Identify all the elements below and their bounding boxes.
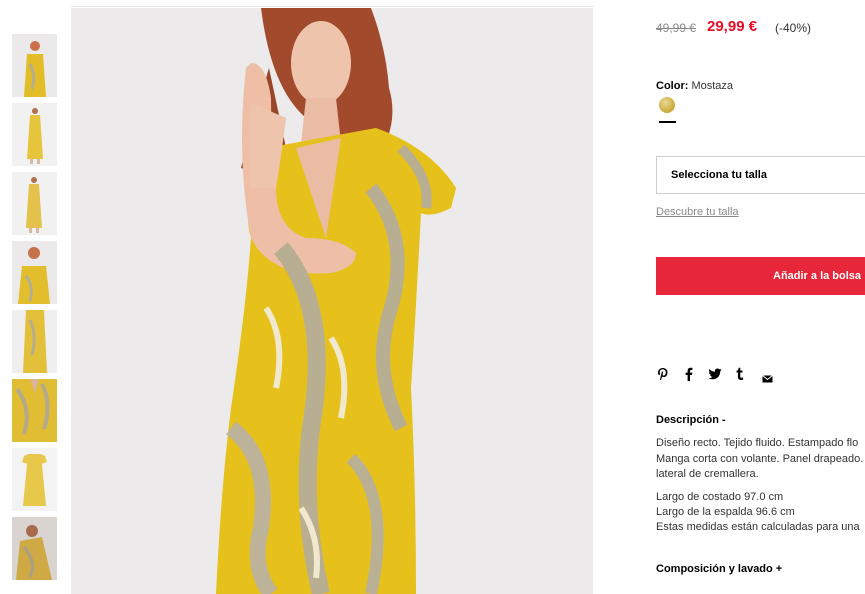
thumbnail-7[interactable] [12, 448, 57, 511]
measurement-note: Estas medidas están calculadas para una [656, 521, 860, 533]
size-select[interactable]: Selecciona tu talla [656, 156, 865, 194]
thumbnail-4[interactable] [12, 241, 57, 304]
color-label-key: Color: [656, 80, 689, 92]
description-line: Manga corta con volante. Panel drapeado. [656, 453, 864, 465]
measurement-line: Largo de la espalda 96.6 cm [656, 506, 795, 518]
color-label: Color: Mostaza [656, 80, 733, 92]
original-price: 49,99 € [656, 21, 697, 35]
thumbnail-5[interactable] [12, 310, 57, 373]
thumbnail-3[interactable] [12, 172, 57, 235]
color-swatch-mostaza[interactable] [659, 97, 675, 113]
discount-badge: (-40%) [775, 21, 812, 35]
main-product-image[interactable] [71, 8, 593, 594]
measurement-line: Largo de costado 97.0 cm [656, 491, 784, 503]
top-divider [71, 6, 594, 7]
mail-icon[interactable] [762, 370, 773, 388]
composition-toggle[interactable]: Composición y lavado + [656, 563, 782, 575]
description-line: Diseño recto. Tejido fluido. Estampado f… [656, 437, 859, 449]
thumbnail-2[interactable] [12, 103, 57, 166]
thumbnail-1[interactable] [12, 34, 57, 97]
thumbnail-6[interactable] [12, 379, 57, 442]
sale-price: 29,99 € [707, 18, 758, 35]
size-guide-link[interactable]: Descubre tu talla [656, 206, 739, 218]
thumbnail-8[interactable] [12, 517, 57, 580]
add-to-bag-button[interactable]: Añadir a la bolsa [656, 257, 865, 295]
twitter-icon[interactable] [708, 367, 722, 385]
product-info-panel: 49,99 € 29,99 € (-40%) Color: Mostaza Se… [656, 0, 865, 594]
description-toggle[interactable]: Descripción - [656, 414, 726, 426]
color-value: Mostaza [691, 80, 734, 92]
tumblr-icon[interactable] [736, 367, 744, 385]
description-line: lateral de cremallera. [656, 468, 759, 480]
pinterest-icon[interactable] [657, 367, 669, 386]
facebook-icon[interactable] [685, 367, 693, 386]
selected-swatch-indicator [659, 121, 676, 123]
